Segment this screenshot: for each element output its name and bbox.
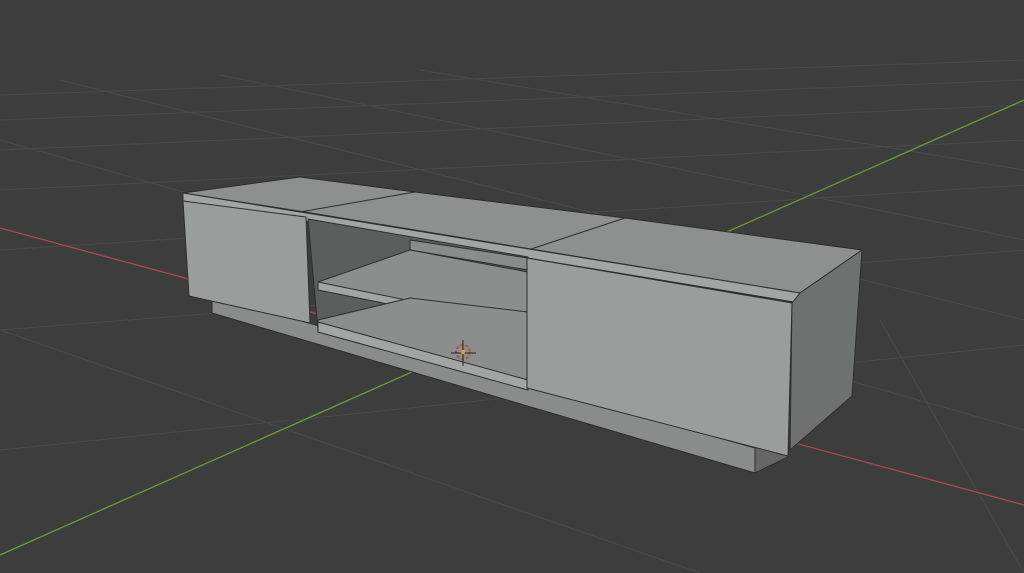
3d-viewport[interactable] <box>0 0 1024 573</box>
left-door[interactable] <box>182 200 311 324</box>
viewport-canvas[interactable] <box>0 0 1024 573</box>
